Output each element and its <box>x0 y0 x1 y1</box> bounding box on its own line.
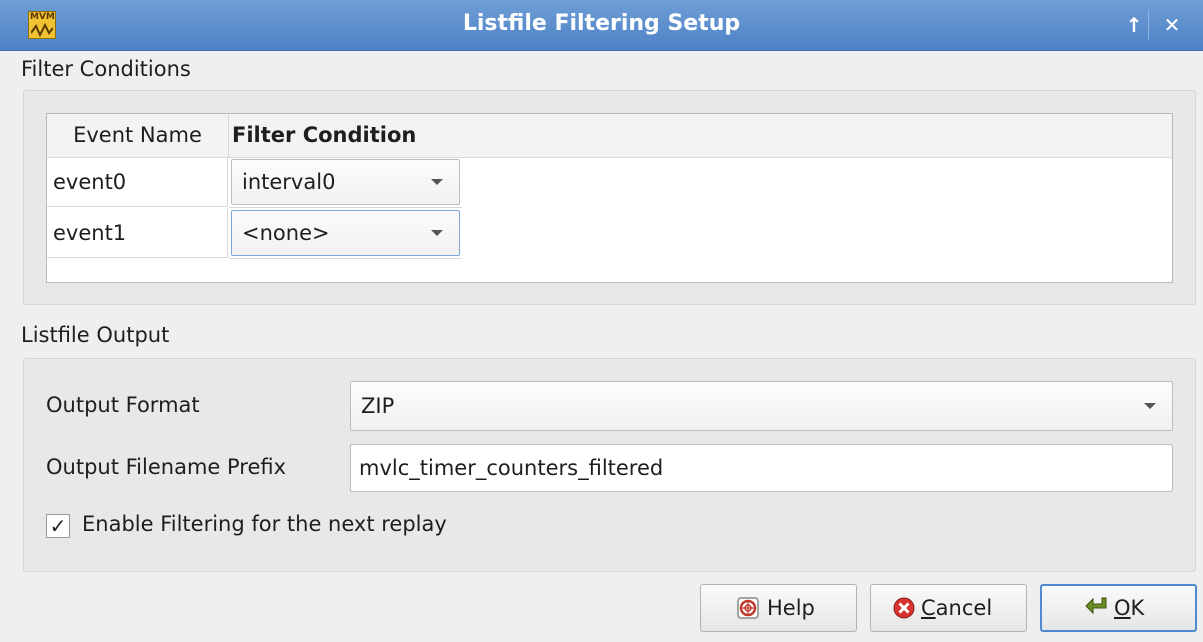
column-header-event-name[interactable]: Event Name <box>47 114 229 157</box>
enable-filtering-checkbox[interactable]: ✓ <box>46 514 70 538</box>
enable-filtering-label[interactable]: Enable Filtering for the next replay <box>82 512 447 536</box>
filter-condition-value: <none> <box>242 221 330 245</box>
ok-button[interactable]: OK <box>1040 584 1197 632</box>
filter-condition-cell: <none> <box>229 208 462 259</box>
output-prefix-label: Output Filename Prefix <box>46 455 287 479</box>
chevron-down-icon <box>431 230 443 236</box>
table-row[interactable]: event1 <none> <box>47 208 1172 259</box>
cancel-button-label: Cancel <box>921 596 993 620</box>
listfile-output-group-title: Listfile Output <box>21 323 170 347</box>
chevron-down-icon <box>431 179 443 185</box>
column-header-filter-condition[interactable]: Filter Condition <box>232 114 461 157</box>
titlebar-separator <box>1148 10 1149 40</box>
table-row[interactable]: event0 interval0 <box>47 157 1172 208</box>
window-title: Listfile Filtering Setup <box>462 11 741 36</box>
help-button-label: Help <box>767 596 815 620</box>
cancel-icon <box>893 597 915 619</box>
ok-arrow-icon <box>1085 597 1107 615</box>
event-name-cell[interactable]: event0 <box>47 157 228 207</box>
table-header: Event Name Filter Condition <box>47 114 1172 158</box>
filter-condition-value: interval0 <box>242 170 336 194</box>
output-format-label: Output Format <box>46 393 200 417</box>
cancel-button[interactable]: Cancel <box>870 584 1027 632</box>
event-name-cell[interactable]: event1 <box>47 208 228 258</box>
dialog-window: MVM Listfile Filtering Setup ↑ ✕ Filter … <box>0 0 1203 642</box>
close-icon[interactable]: ✕ <box>1158 11 1186 39</box>
filter-condition-combobox[interactable]: <none> <box>231 210 460 256</box>
filter-conditions-group-title: Filter Conditions <box>21 57 191 81</box>
help-button[interactable]: Help <box>700 584 857 632</box>
filter-condition-combobox[interactable]: interval0 <box>231 159 460 205</box>
output-format-value: ZIP <box>361 394 395 418</box>
ok-button-label: OK <box>1114 596 1145 620</box>
filter-table[interactable]: Event Name Filter Condition event0 inter… <box>46 113 1173 283</box>
help-icon <box>737 597 759 619</box>
chevron-down-icon <box>1144 403 1156 409</box>
filter-condition-cell: interval0 <box>229 157 462 208</box>
title-bar[interactable]: MVM Listfile Filtering Setup ↑ ✕ <box>0 0 1203 51</box>
output-format-combobox[interactable]: ZIP <box>350 381 1173 431</box>
keep-above-icon[interactable]: ↑ <box>1120 11 1148 39</box>
output-prefix-input[interactable]: mvlc_timer_counters_filtered <box>350 444 1173 492</box>
